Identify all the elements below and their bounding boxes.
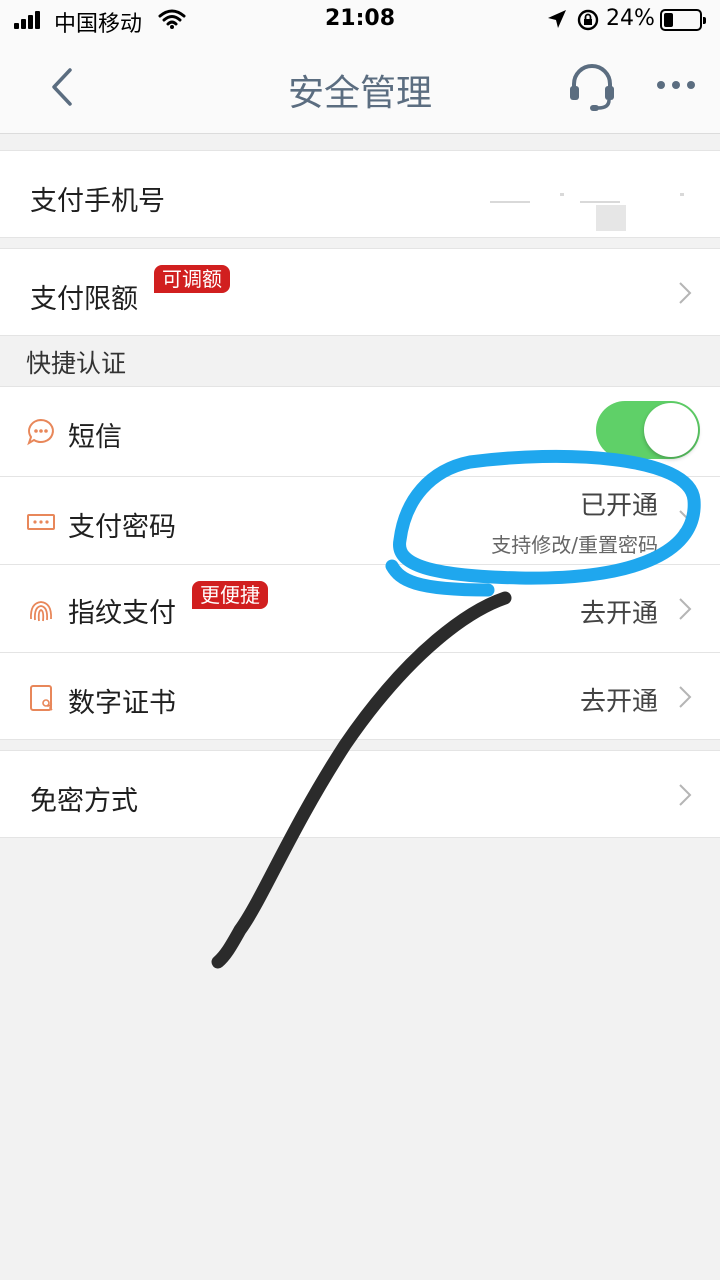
phone-number-row[interactable]: 支付手机号: [0, 150, 720, 238]
signal-icon: [14, 11, 44, 29]
payment-password-row[interactable]: 支付密码 已开通 支持修改/重置密码: [0, 476, 720, 564]
wifi-icon: [158, 9, 186, 29]
headset-icon[interactable]: [566, 60, 618, 114]
fingerprint-icon: [30, 601, 52, 622]
battery-icon: [660, 9, 706, 31]
payment-password-label: 支付密码: [68, 512, 176, 543]
sms-toggle[interactable]: [596, 401, 700, 459]
password-free-label: 免密方式: [30, 786, 138, 817]
phone-number-label: 支付手机号: [30, 186, 165, 217]
certificate-status: 去开通: [579, 687, 658, 717]
rotation-lock-icon: [577, 9, 599, 31]
chevron-right-icon: [679, 282, 692, 304]
password-free-row[interactable]: 免密方式: [0, 750, 720, 838]
chevron-right-icon: [679, 784, 692, 806]
back-chevron-icon[interactable]: [46, 64, 82, 110]
payment-limit-row[interactable]: 支付限额 可调额: [0, 248, 720, 336]
navigation-bar: 安全管理: [0, 40, 720, 134]
status-bar: 中国移动 21:08 24%: [0, 0, 720, 40]
password-field-icon: [27, 514, 55, 530]
more-dots-icon[interactable]: [654, 78, 698, 92]
chevron-right-icon: [679, 510, 692, 532]
sms-row: 短信: [0, 386, 720, 476]
masked-phone-number: [490, 193, 690, 233]
section-title: 快捷认证: [26, 349, 127, 378]
location-arrow-icon: [548, 10, 566, 28]
chevron-right-icon: [679, 598, 692, 620]
digital-certificate-label: 数字证书: [68, 688, 176, 719]
fingerprint-status: 去开通: [579, 599, 658, 629]
carrier-name: 中国移动: [54, 12, 143, 37]
convenient-badge: 更便捷: [192, 581, 268, 609]
password-status: 已开通: [579, 491, 658, 521]
payment-limit-label: 支付限额: [30, 284, 138, 315]
fingerprint-pay-label: 指纹支付: [68, 598, 176, 629]
chevron-right-icon: [679, 686, 692, 708]
certificate-icon: [30, 685, 53, 711]
adjustable-badge: 可调额: [154, 265, 230, 293]
password-hint: 支持修改/重置密码: [491, 533, 658, 557]
digital-certificate-row[interactable]: 数字证书 去开通: [0, 652, 720, 740]
sms-label: 短信: [68, 422, 122, 453]
chat-bubble-icon: [27, 418, 54, 446]
section-header: 快捷认证: [0, 336, 720, 386]
battery-percent: 24%: [606, 6, 655, 31]
fingerprint-pay-row[interactable]: 指纹支付 更便捷 去开通: [0, 564, 720, 652]
